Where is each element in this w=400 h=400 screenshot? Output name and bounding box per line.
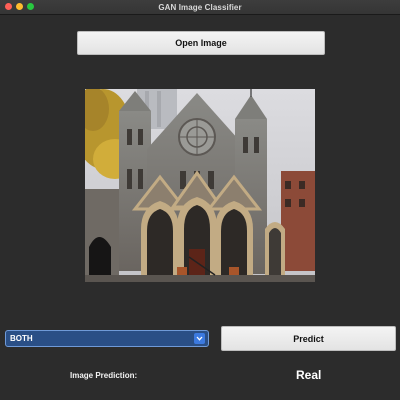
open-image-button[interactable]: Open Image: [77, 31, 325, 55]
window-title: GAN Image Classifier: [158, 2, 242, 12]
app-window: GAN Image Classifier Open Image BOTH Pre…: [0, 0, 400, 400]
title-bar: GAN Image Classifier: [0, 0, 400, 15]
predict-button[interactable]: Predict: [221, 326, 396, 351]
image-preview: [85, 89, 315, 282]
chevron-down-icon[interactable]: [194, 333, 205, 344]
prediction-value: Real: [296, 368, 322, 382]
minimize-window-button[interactable]: [16, 3, 23, 10]
model-select-value: BOTH: [10, 334, 33, 343]
prediction-label: Image Prediction:: [70, 371, 138, 380]
model-select-dropdown[interactable]: BOTH: [5, 330, 209, 347]
maximize-window-button[interactable]: [27, 3, 34, 10]
church-photo: [85, 89, 315, 282]
close-window-button[interactable]: [5, 3, 12, 10]
